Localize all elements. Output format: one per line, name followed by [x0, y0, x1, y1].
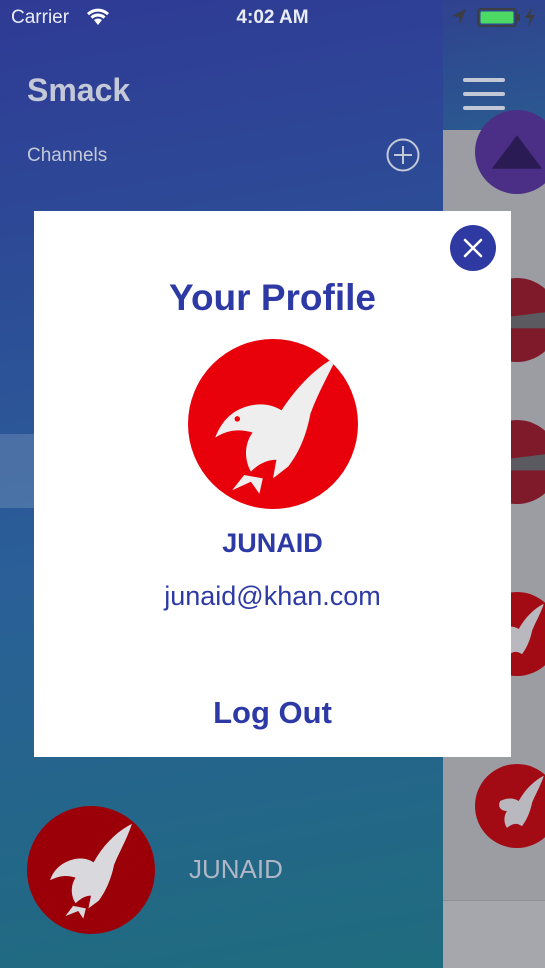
add-channel-button[interactable]	[386, 138, 420, 172]
app-title: Smack	[27, 72, 131, 108]
logout-button[interactable]: Log Out	[34, 695, 511, 731]
profile-modal: Your Profile JUNAID junaid@khan.com Log …	[34, 211, 511, 757]
close-button[interactable]	[450, 225, 496, 271]
menu-user-name: JUNAID	[189, 854, 283, 884]
eagle-icon	[215, 356, 338, 494]
message-avatar	[475, 110, 545, 194]
close-icon	[463, 238, 483, 258]
user-avatar-button[interactable]	[27, 806, 155, 934]
profile-name: JUNAID	[222, 528, 323, 558]
message-avatar	[475, 764, 545, 848]
eagle-icon	[499, 775, 544, 828]
profile-avatar	[188, 339, 358, 509]
modal-title: Your Profile	[169, 277, 376, 318]
add-circle-icon	[386, 138, 420, 172]
hamburger-icon	[463, 78, 505, 82]
eagle-icon	[491, 135, 543, 169]
channels-label: Channels	[27, 145, 108, 166]
location-arrow-icon	[451, 8, 467, 32]
eagle-icon	[50, 823, 132, 919]
message-input-bar[interactable]	[443, 900, 545, 968]
profile-email: junaid@khan.com	[164, 581, 381, 611]
status-bar: Carrier 4:02 AM	[0, 0, 545, 36]
battery-icon	[477, 8, 521, 34]
charging-bolt-icon	[524, 7, 536, 33]
